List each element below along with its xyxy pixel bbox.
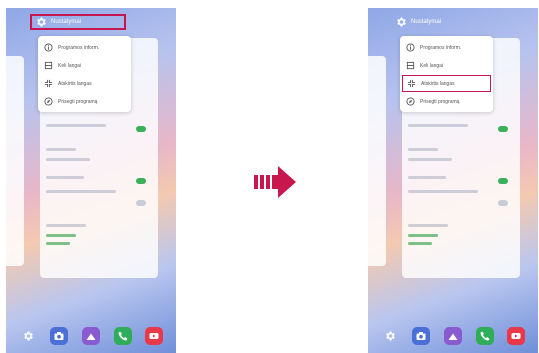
gallery-icon <box>86 333 96 340</box>
menu-item-label: Atskirtis langas <box>421 80 455 87</box>
app-dock <box>6 319 176 353</box>
phone-icon <box>118 331 128 341</box>
dock-youtube[interactable] <box>507 327 526 345</box>
menu-item-pop-out-window[interactable]: Atskirtis langas <box>40 75 129 92</box>
phone-screen-after: Nustatymai Programos inform. Keli langai… <box>368 8 538 353</box>
minimize-window-icon <box>44 79 53 88</box>
app-options-menu: Programos inform. Keli langai Atskirtis … <box>400 36 493 112</box>
menu-item-label: Programos inform. <box>420 44 462 51</box>
dock-gallery[interactable] <box>81 327 100 345</box>
camera-icon <box>54 332 64 340</box>
background-app-card[interactable] <box>6 56 24 266</box>
menu-item-split-screen[interactable]: Keli langai <box>402 57 491 74</box>
app-title: Nustatymai <box>51 19 82 25</box>
youtube-icon <box>149 333 159 339</box>
settings-icon <box>385 331 395 341</box>
phone-screen-before: Nustatymai Programos inform. Keli langai… <box>6 8 176 353</box>
minimize-window-icon <box>407 79 416 88</box>
app-title-bar[interactable]: Nustatymai <box>30 14 126 30</box>
pin-icon <box>44 97 53 106</box>
dock-phone[interactable] <box>113 327 132 345</box>
dock-youtube[interactable] <box>145 327 164 345</box>
dock-camera[interactable] <box>50 327 69 345</box>
menu-item-label: Prisegti programą <box>58 98 98 105</box>
gear-icon <box>397 17 406 27</box>
menu-item-app-info[interactable]: Programos inform. <box>402 39 491 56</box>
info-icon <box>44 43 53 52</box>
menu-item-label: Keli langai <box>420 62 444 69</box>
split-screen-icon <box>44 61 53 70</box>
phone-icon <box>480 331 490 341</box>
info-icon <box>406 43 415 52</box>
pin-icon <box>406 97 415 106</box>
gear-icon <box>37 17 46 27</box>
menu-item-label: Prisegti programą <box>420 98 460 105</box>
app-options-menu: Programos inform. Keli langai Atskirtis … <box>38 36 131 112</box>
dock-settings[interactable] <box>19 327 37 345</box>
menu-item-pop-out-window[interactable]: Atskirtis langas <box>402 75 491 92</box>
menu-item-label: Keli langai <box>58 62 82 69</box>
gallery-icon <box>448 333 458 340</box>
background-app-card[interactable] <box>368 56 386 266</box>
arrow-right-icon <box>254 166 296 198</box>
menu-item-label: Programos inform. <box>58 44 100 51</box>
dock-gallery[interactable] <box>443 327 462 345</box>
menu-item-label: Atskirtis langas <box>58 80 92 87</box>
menu-item-pin-app[interactable]: Prisegti programą <box>402 93 491 110</box>
split-screen-icon <box>406 61 415 70</box>
menu-item-app-info[interactable]: Programos inform. <box>40 39 129 56</box>
dock-phone[interactable] <box>475 327 494 345</box>
settings-icon <box>23 331 33 341</box>
app-dock <box>368 319 538 353</box>
app-title-bar[interactable]: Nustatymai <box>392 14 488 30</box>
app-title: Nustatymai <box>411 19 442 25</box>
youtube-icon <box>511 333 521 339</box>
camera-icon <box>416 332 426 340</box>
menu-item-pin-app[interactable]: Prisegti programą <box>40 93 129 110</box>
menu-item-split-screen[interactable]: Keli langai <box>40 57 129 74</box>
dock-settings[interactable] <box>381 327 399 345</box>
dock-camera[interactable] <box>412 327 431 345</box>
